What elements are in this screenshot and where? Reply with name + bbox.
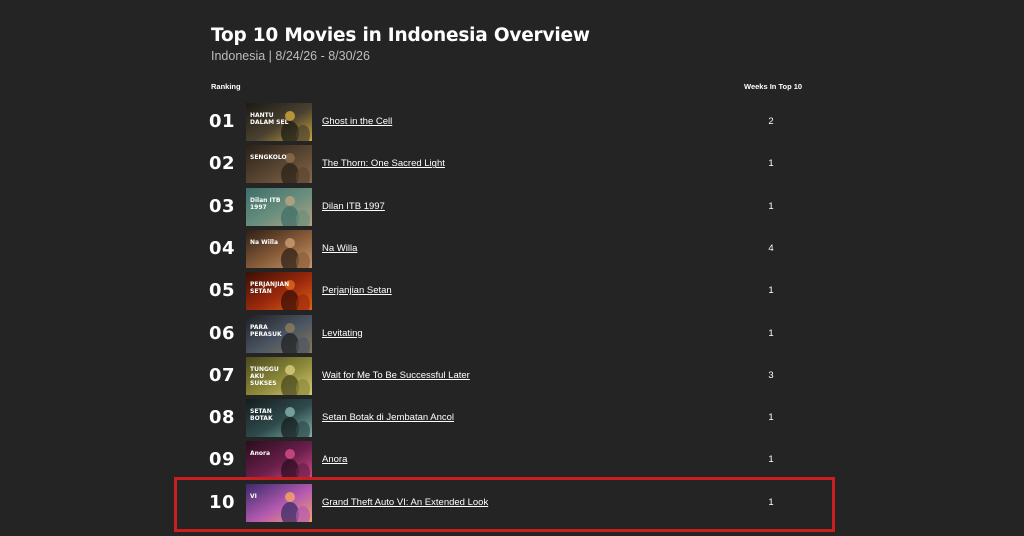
table-row: 04 Na Willa Na Willa 4 xyxy=(0,228,1024,270)
table-row: 05 PERJANJIAN SETAN Perjanjian Setan 1 xyxy=(0,270,1024,312)
page-subtitle: Indonesia | 8/24/26 - 8/30/26 xyxy=(211,49,370,63)
poster-art: VI xyxy=(246,483,312,522)
movie-title-link[interactable]: Dilan ITB 1997 xyxy=(322,201,385,212)
poster-figure-head xyxy=(285,322,295,333)
poster-logo-text: VI xyxy=(250,493,257,500)
poster-figure-head xyxy=(285,364,295,375)
poster-logo-text: Dilan ITB xyxy=(250,197,281,204)
poster-figure-head xyxy=(285,407,295,418)
weeks-in-top10: 3 xyxy=(768,369,774,381)
poster-art: Na Willa xyxy=(246,229,312,268)
poster-figure-head xyxy=(285,491,295,502)
movie-thumbnail[interactable]: Dilan ITB 1997 xyxy=(246,187,312,226)
movie-title-link[interactable]: Grand Theft Auto VI: An Extended Look xyxy=(322,497,488,508)
rank-number: 03 xyxy=(209,195,236,217)
movie-title-link[interactable]: Anora xyxy=(322,454,347,465)
table-row: 02 SENGKOLO The Thorn: One Sacred Light … xyxy=(0,143,1024,185)
weeks-in-top10: 1 xyxy=(768,200,774,212)
movie-title-link[interactable]: Setan Botak di Jembatan Ancol xyxy=(322,412,454,423)
poster-art: Anora xyxy=(246,441,312,480)
poster-logo-text: SETAN xyxy=(250,408,272,415)
weeks-in-top10: 1 xyxy=(768,454,774,466)
poster-art: SENGKOLO xyxy=(246,145,312,184)
movie-thumbnail[interactable]: PERJANJIAN SETAN xyxy=(246,272,312,311)
weeks-in-top10: 1 xyxy=(768,327,774,339)
poster-logo-text: PERJANJIAN xyxy=(250,281,289,288)
rank-number: 09 xyxy=(209,449,236,471)
poster-logo-text: SENGKOLO xyxy=(250,154,287,161)
page-title: Top 10 Movies in Indonesia Overview xyxy=(211,25,590,46)
poster-logo-text: PERASUK xyxy=(250,331,282,338)
rank-number: 04 xyxy=(209,237,236,259)
poster-logo-text: SETAN xyxy=(250,288,272,295)
poster-logo-text: BOTAK xyxy=(250,415,273,422)
weeks-in-top10: 4 xyxy=(768,242,774,254)
table-row: 07 TUNGGU AKU SUKSES Wait for Me To Be Suc… xyxy=(0,355,1024,397)
table-row: 10 VI Grand Theft Auto VI: An Extended L… xyxy=(0,482,1024,524)
movie-title-link[interactable]: The Thorn: One Sacred Light xyxy=(322,158,445,169)
weeks-in-top10: 1 xyxy=(768,496,774,508)
weeks-in-top10: 2 xyxy=(768,116,774,127)
poster-figure-head xyxy=(285,237,295,248)
poster-logo-text: AKU xyxy=(250,373,264,380)
movie-title-link[interactable]: Ghost in the Cell xyxy=(322,116,392,127)
table-row: 01 HANTU DALAM SEL Ghost in the Cell 2 xyxy=(0,101,1024,143)
rank-number: 02 xyxy=(209,153,236,175)
rank-number: 06 xyxy=(209,322,236,344)
poster-logo-text: SUKSES xyxy=(250,380,277,387)
poster-art: SETANBOTAK xyxy=(246,399,312,438)
poster-art: PERJANJIANSETAN xyxy=(246,272,312,311)
table-row: 06 PARA PERASUK Levitating 1 xyxy=(0,313,1024,355)
movie-thumbnail[interactable]: HANTU DALAM SEL xyxy=(246,103,312,141)
movie-title-link[interactable]: Na Willa xyxy=(322,243,357,254)
top10-page: Top 10 Movies in Indonesia Overview Indo… xyxy=(0,0,1024,536)
poster-logo-text: DALAM SEL xyxy=(250,119,289,126)
rank-number: 05 xyxy=(209,280,236,302)
table-row: 08 SETAN BOTAK Setan Botak di Jembatan An… xyxy=(0,397,1024,439)
rank-number: 01 xyxy=(209,111,236,132)
movie-title-link[interactable]: Levitating xyxy=(322,328,363,339)
poster-figure-head xyxy=(285,449,295,460)
movie-title-link[interactable]: Wait for Me To Be Successful Later xyxy=(322,370,470,381)
rank-number: 07 xyxy=(209,364,236,386)
movie-title-link[interactable]: Perjanjian Setan xyxy=(322,285,392,296)
table-row: 09 Anora Anora 1 xyxy=(0,439,1024,481)
movie-thumbnail[interactable]: SETAN BOTAK xyxy=(246,399,312,438)
movie-thumbnail[interactable]: Na Willa xyxy=(246,229,312,268)
poster-logo-text: TUNGGU xyxy=(250,366,279,373)
rank-number: 10 xyxy=(209,491,236,513)
poster-logo-text: PARA xyxy=(250,324,268,331)
poster-art: PARAPERASUK xyxy=(246,314,312,353)
movie-thumbnail[interactable]: TUNGGU AKU SUKSES xyxy=(246,356,312,395)
ranking-column-header: Ranking xyxy=(211,82,241,91)
movie-thumbnail[interactable]: SENGKOLO xyxy=(246,145,312,184)
movie-thumbnail[interactable]: VI xyxy=(246,483,312,522)
poster-figure-head xyxy=(285,195,295,206)
poster-art: TUNGGUAKUSUKSES xyxy=(246,356,312,395)
weeks-in-top10: 1 xyxy=(768,412,774,424)
poster-art: HANTUDALAM SEL xyxy=(246,103,312,141)
poster-art: Dilan ITB1997 xyxy=(246,187,312,226)
weeks-column-header: Weeks In Top 10 xyxy=(744,82,803,91)
poster-logo-text: HANTU xyxy=(250,112,274,119)
table-row: 03 Dilan ITB 1997 Dilan ITB 1997 1 xyxy=(0,186,1024,228)
movie-thumbnail[interactable]: Anora xyxy=(246,441,312,480)
poster-logo-text: Na Willa xyxy=(250,239,278,246)
rank-number: 08 xyxy=(209,407,236,429)
poster-logo-text: Anora xyxy=(250,450,270,457)
poster-logo-text: 1997 xyxy=(250,204,267,211)
weeks-in-top10: 1 xyxy=(768,158,774,170)
weeks-in-top10: 1 xyxy=(768,285,774,297)
movie-thumbnail[interactable]: PARA PERASUK xyxy=(246,314,312,353)
